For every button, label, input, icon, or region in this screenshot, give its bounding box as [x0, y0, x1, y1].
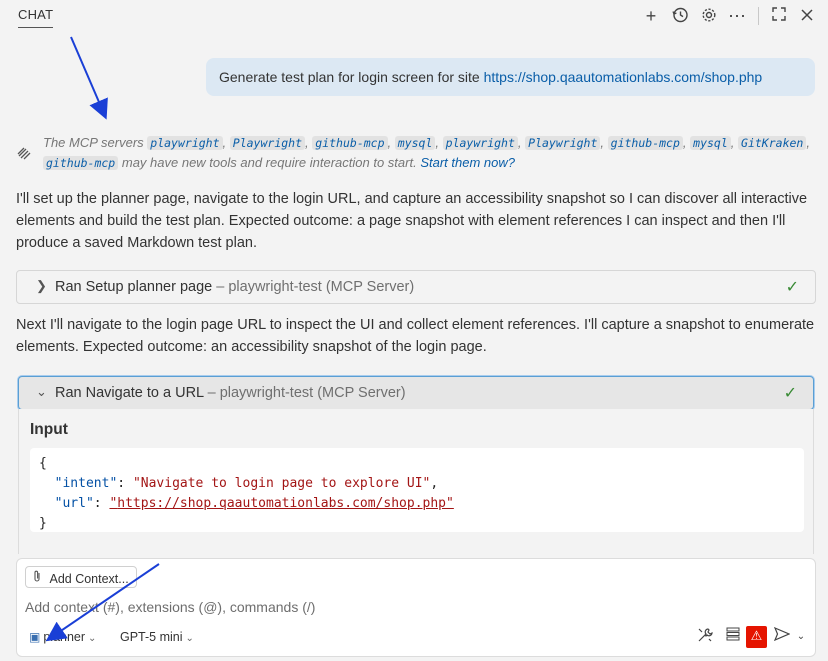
input-heading: Input — [30, 421, 68, 438]
assistant-paragraph-1: I'll set up the planner page, navigate t… — [16, 191, 808, 251]
mode-select-value: planner — [43, 630, 86, 644]
tool-call-source: – playwright-test (MCP Server) — [212, 279, 415, 295]
tool-call-details: Input { "intent": "Navigate to login pag… — [18, 409, 814, 554]
chat-composer[interactable]: Add Context... Add context (#), extensio… — [16, 558, 816, 657]
check-icon: ✓ — [783, 385, 797, 402]
mcp-server-chip: Playwright — [525, 136, 601, 150]
close-icon[interactable] — [797, 6, 817, 26]
send-options-chevron-icon[interactable]: ⌄ — [791, 627, 811, 647]
add-context-button[interactable]: Add Context... — [25, 566, 137, 588]
check-icon: ✓ — [785, 279, 799, 296]
mcp-notice-suffix: may have new tools and require interacti… — [121, 155, 417, 170]
maximize-icon[interactable] — [769, 6, 789, 26]
model-select[interactable]: GPT-5 mini ⌄ — [120, 630, 194, 644]
paperclip-icon — [32, 570, 45, 586]
more-icon[interactable]: ⋯ — [727, 6, 747, 26]
tool-call-navigate[interactable]: ⌄ Ran Navigate to a URL – playwright-tes… — [18, 376, 814, 410]
tool-call-setup-planner[interactable]: ❯ Ran Setup planner page – playwright-te… — [16, 270, 816, 304]
user-message: Generate test plan for login screen for … — [206, 58, 815, 96]
mcp-server-chip: GitKraken — [738, 136, 807, 150]
send-icon[interactable] — [772, 626, 792, 647]
add-context-label: Add Context... — [49, 572, 129, 586]
chevron-down-icon: ⌄ — [185, 633, 194, 644]
mcp-server-chip: playwright — [442, 136, 518, 150]
mcp-notice-prefix: The MCP servers — [43, 135, 144, 150]
tool-call-source: – playwright-test (MCP Server) — [203, 385, 406, 401]
history-icon[interactable] — [670, 6, 690, 26]
assistant-paragraph-2: Next I'll navigate to the login page URL… — [16, 317, 815, 355]
gear-icon[interactable] — [699, 6, 719, 26]
mcp-server-chip: mysql — [394, 136, 436, 150]
tool-call-label: Ran Setup planner page – playwright-test… — [55, 279, 414, 295]
plus-icon[interactable]: + — [641, 6, 661, 26]
mode-select[interactable]: ▣ planner ⌄ — [29, 630, 96, 644]
tab-chat[interactable]: CHAT — [18, 7, 54, 28]
mcp-server-chip: github-mcp — [607, 136, 683, 150]
mcp-server-chip: mysql — [690, 136, 731, 150]
user-message-link[interactable]: https://shop.qaautomationlabs.com/shop.p… — [484, 69, 763, 85]
json-intent-value: Navigate to login page to explore UI — [140, 476, 423, 491]
tool-call-title: Ran Setup planner page — [55, 279, 213, 295]
start-servers-link[interactable]: Start them now? — [420, 155, 515, 170]
mcp-server-chip: github-mcp — [43, 156, 119, 170]
configure-tools-icon[interactable] — [695, 627, 715, 647]
mcp-server-chip: github-mcp — [312, 136, 388, 150]
chat-header: CHAT + ⋯ — [0, 0, 828, 34]
tool-call-title: Ran Navigate to a URL — [55, 385, 204, 401]
chevron-right-icon: ❯ — [36, 278, 47, 293]
agent-mode-icon: ▣ — [29, 630, 41, 644]
chevron-down-icon: ⌄ — [88, 633, 97, 644]
input-json-block: { "intent": "Navigate to login page to e… — [30, 448, 804, 532]
json-url-value[interactable]: https://shop.qaautomationlabs.com/shop.p… — [117, 496, 446, 511]
annotation-arrow-top — [70, 36, 108, 120]
tools-icon — [16, 145, 32, 167]
model-select-value: GPT-5 mini — [120, 630, 183, 644]
chat-input[interactable]: Add context (#), extensions (@), command… — [25, 599, 315, 615]
chevron-down-icon: ⌄ — [36, 384, 47, 399]
tool-call-label: Ran Navigate to a URL – playwright-test … — [55, 385, 406, 401]
list-icon[interactable] — [723, 627, 743, 647]
warning-icon[interactable]: ⚠ — [746, 626, 767, 648]
user-message-text: Generate test plan for login screen for … — [219, 69, 484, 85]
mcp-servers-notice: The MCP servers playwright, Playwright, … — [16, 133, 816, 173]
toolbar-divider — [758, 7, 759, 25]
mcp-server-chip: Playwright — [229, 136, 306, 150]
mcp-server-chip: playwright — [147, 136, 223, 150]
